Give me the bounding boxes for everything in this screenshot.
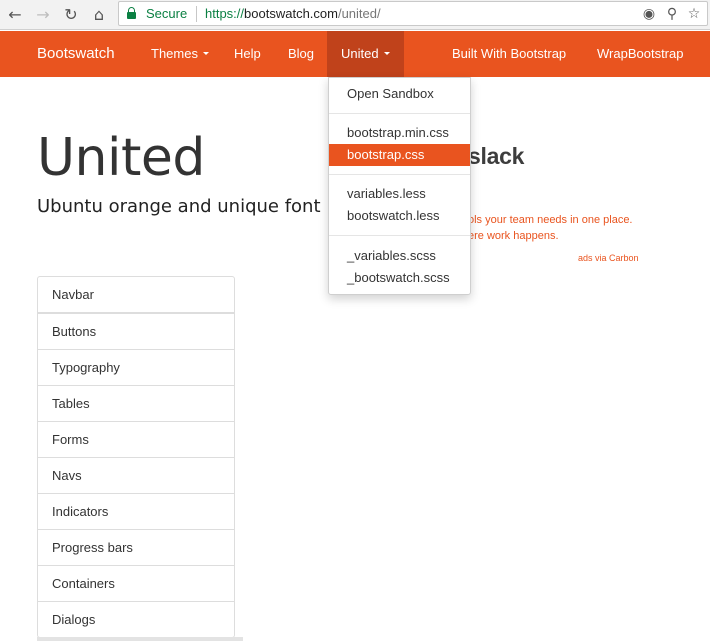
menu-item-bootswatch-less[interactable]: bootswatch.less <box>329 205 470 227</box>
caret-down-icon <box>202 52 209 56</box>
lock-icon <box>127 7 136 19</box>
menu-divider <box>329 235 470 236</box>
forward-arrow-icon[interactable]: → <box>33 5 53 25</box>
menu-item-variables-scss[interactable]: _variables.scss <box>329 245 470 267</box>
secure-label: Secure <box>146 6 188 21</box>
list-item-progress-bars[interactable]: Progress bars <box>37 529 235 566</box>
caret-down-icon <box>383 52 390 56</box>
address-separator <box>196 6 197 22</box>
url-text[interactable]: https://bootswatch.com/united/ <box>205 6 381 21</box>
zoom-icon[interactable]: ⚲ <box>663 4 681 24</box>
ad-text-line-1: ols your team needs in one place. <box>468 214 633 226</box>
page-title: United <box>37 128 205 188</box>
list-item-containers[interactable]: Containers <box>37 565 235 602</box>
menu-item-bootstrap-css[interactable]: bootstrap.css <box>329 144 470 166</box>
navbar: Bootswatch Themes Help Blog United Built… <box>0 31 710 77</box>
browser-toolbar: ← → ↻ ⌂ Secure https://bootswatch.com/un… <box>0 0 710 30</box>
nav-built-with-bootstrap[interactable]: Built With Bootstrap <box>452 31 566 77</box>
nav-wrapbootstrap[interactable]: WrapBootstrap <box>597 31 683 77</box>
nav-help[interactable]: Help <box>234 31 261 77</box>
list-item-typography[interactable]: Typography <box>37 349 235 386</box>
bookmark-star-icon[interactable]: ☆ <box>685 4 703 24</box>
page-subtitle: Ubuntu orange and unique font <box>37 196 321 217</box>
menu-item-variables-less[interactable]: variables.less <box>329 183 470 205</box>
menu-divider <box>329 174 470 175</box>
list-item-buttons[interactable]: Buttons <box>37 313 235 350</box>
nav-blog[interactable]: Blog <box>288 31 314 77</box>
menu-item-bootswatch-scss[interactable]: _bootswatch.scss <box>329 267 470 289</box>
list-item-navbar[interactable]: Navbar <box>37 276 235 313</box>
united-dropdown-menu: Open Sandbox bootstrap.min.css bootstrap… <box>328 77 471 295</box>
address-bar[interactable]: Secure https://bootswatch.com/united/ ◉ … <box>118 1 708 26</box>
back-arrow-icon[interactable]: ← <box>5 5 25 25</box>
home-icon[interactable]: ⌂ <box>89 5 109 25</box>
nav-themes-dropdown[interactable]: Themes <box>151 31 209 77</box>
ad-text-line-2: ere work happens. <box>468 230 559 242</box>
navbar-brand[interactable]: Bootswatch <box>37 31 115 77</box>
reload-icon[interactable]: ↻ <box>61 5 81 25</box>
list-item-forms[interactable]: Forms <box>37 421 235 458</box>
ad-via-carbon-link[interactable]: ads via Carbon <box>578 253 639 263</box>
list-item-indicators[interactable]: Indicators <box>37 493 235 530</box>
list-item-tables[interactable]: Tables <box>37 385 235 422</box>
horizontal-scrollbar[interactable] <box>37 637 243 641</box>
menu-item-open-sandbox[interactable]: Open Sandbox <box>329 83 470 105</box>
menu-item-bootstrap-min-css[interactable]: bootstrap.min.css <box>329 122 470 144</box>
ad-text[interactable]: ols your team needs in one place. ere wo… <box>468 212 668 244</box>
nav-united-dropdown[interactable]: United <box>327 31 404 77</box>
ad-logo[interactable]: slack <box>468 143 524 170</box>
list-item-dialogs[interactable]: Dialogs <box>37 601 235 638</box>
menu-divider <box>329 113 470 114</box>
blocked-content-icon[interactable]: ◉ <box>640 4 658 24</box>
list-item-navs[interactable]: Navs <box>37 457 235 494</box>
